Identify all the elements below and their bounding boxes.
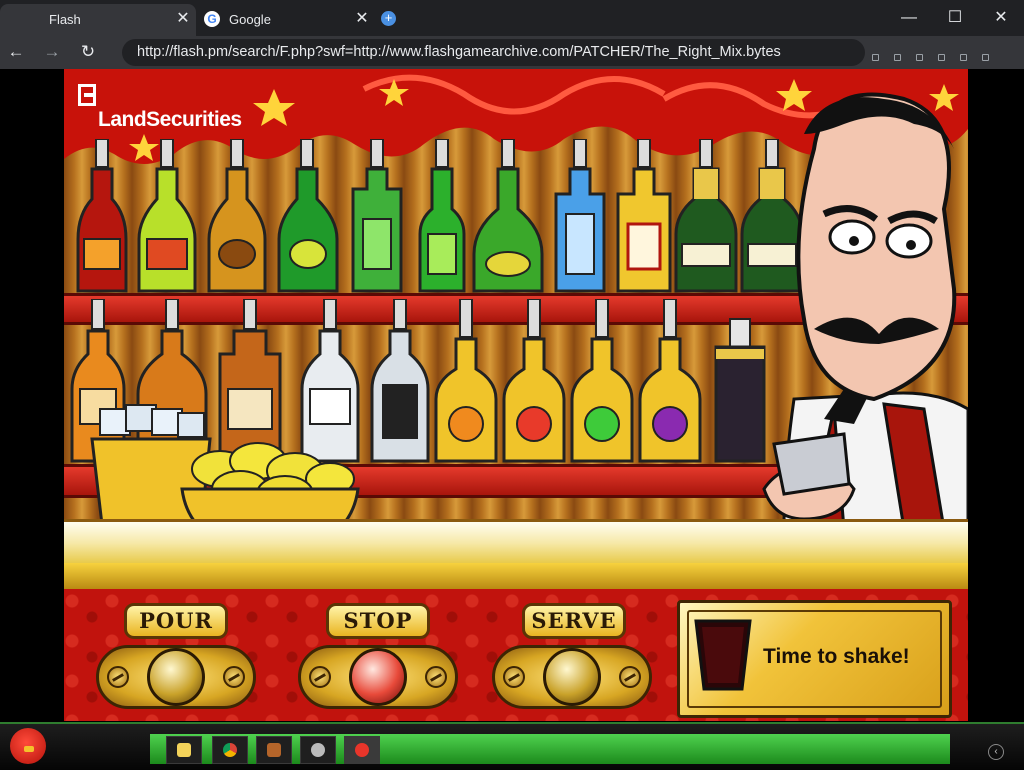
reload-icon[interactable]: ↻ [76,40,100,64]
bartender-character [762,92,968,529]
folder-glyph-icon [177,743,191,757]
game-canvas[interactable]: LandSecurities POUR STOP SERVE Time to s… [64,69,968,721]
angry-bird-task-icon[interactable] [344,736,380,764]
bar-counter-front [64,563,968,592]
pour-button[interactable] [147,648,205,706]
bottle-lime-liquor [137,139,197,293]
bottle-blue-gin [554,139,606,293]
bottle-gold-liquor [616,139,672,293]
bottle-green-tall [351,139,403,293]
bottle-green-round [472,139,544,293]
stop-label: STOP [326,603,430,639]
bottle-amber-liquor [207,139,267,293]
tray-expand-icon[interactable]: ‹ [988,744,1004,760]
pour-control [96,645,256,709]
bottle-clear-gin [370,299,430,463]
chrome-icon[interactable] [212,736,248,764]
screw-icon [309,666,331,688]
angry-bird-start-icon[interactable] [10,728,46,764]
tab-strip: Flash ✕ G Google ✕ + — ☐ ✕ [0,0,1024,36]
syrup-bottle-orange [434,299,498,463]
extension-icon[interactable] [872,54,879,61]
serve-button[interactable] [543,648,601,706]
browser-toolbar: ← → ↻ http://flash.pm/search/F.php?swf=h… [0,36,1024,79]
bottle-green-liquor [277,139,339,293]
sponsor-logo-text: LandSecurities [98,108,242,131]
syrup-bottle-green [570,299,634,463]
extension-icon[interactable] [916,54,923,61]
screw-icon [223,666,245,688]
folder-icon[interactable] [166,736,202,764]
app-glyph-icon [267,743,281,757]
screw-icon [503,666,525,688]
tab-label: Google [229,12,271,27]
screw-icon [619,666,641,688]
serve-control [492,645,652,709]
extension-icon[interactable] [894,54,901,61]
maximize-button[interactable]: ☐ [940,6,970,30]
bottle-green-slim [418,139,466,293]
stop-button[interactable] [349,648,407,706]
tab-close-icon[interactable]: ✕ [174,10,192,28]
serve-label: SERVE [522,603,626,639]
media-icon[interactable] [300,736,336,764]
screw-icon [107,666,129,688]
extension-icon[interactable] [938,54,945,61]
stop-control [298,645,458,709]
extension-icon[interactable] [960,54,967,61]
screw-icon [425,666,447,688]
media-glyph-icon [311,743,325,757]
tab-close-icon[interactable]: ✕ [353,10,371,28]
upper-bottle-row [76,139,804,293]
glass-icon [694,619,752,691]
new-tab-plus-icon[interactable]: + [381,11,396,26]
extension-icon[interactable] [982,54,989,61]
syrup-bottle-purple [638,299,702,463]
chrome-glyph-icon [223,743,237,757]
minimize-button[interactable]: — [894,6,924,30]
app-icon[interactable] [256,736,292,764]
status-message: Time to shake! [763,645,910,668]
close-button[interactable]: ✕ [986,6,1016,30]
back-arrow-icon[interactable]: ← [4,40,28,64]
tab-flash[interactable]: Flash ✕ [0,4,196,36]
tab-label: Flash [49,12,81,27]
angry-bird-glyph-icon [355,743,369,757]
google-favicon-icon: G [204,11,220,27]
tab-google[interactable]: G Google ✕ [196,4,376,36]
status-panel: Time to shake! [677,600,952,718]
forward-arrow-icon[interactable]: → [40,40,64,64]
pour-label: POUR [124,603,228,639]
taskbar: ‹ [0,722,1024,770]
syrup-bottle-red [502,299,566,463]
landsecurities-logo-icon [78,84,96,106]
address-bar[interactable]: http://flash.pm/search/F.php?swf=http://… [122,39,865,66]
bottle-red-liquor [76,139,128,293]
